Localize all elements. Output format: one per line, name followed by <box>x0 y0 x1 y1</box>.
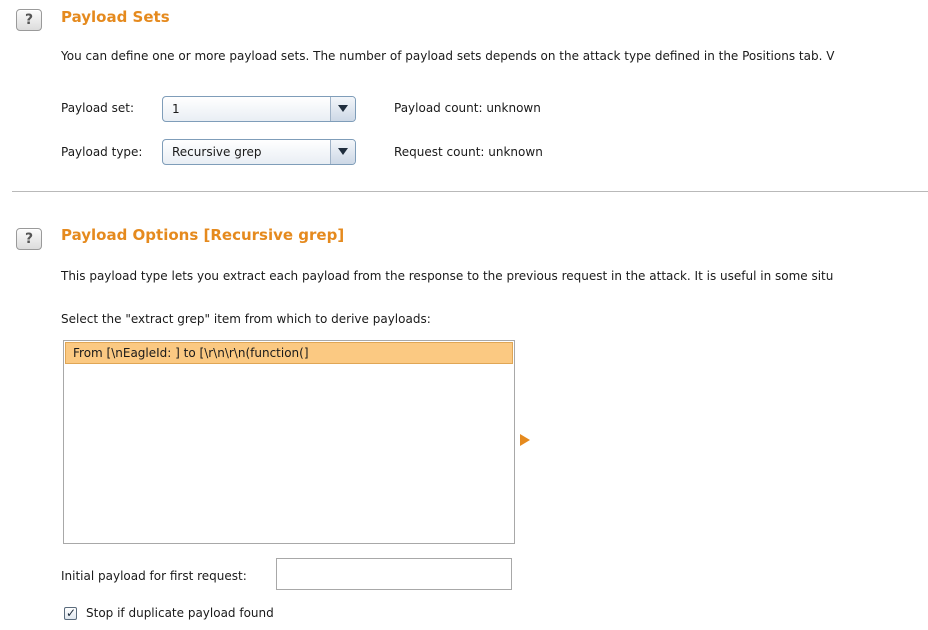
payload-sets-description: You can define one or more payload sets.… <box>61 49 835 63</box>
payload-set-label: Payload set: <box>61 101 134 115</box>
help-icon: ? <box>24 12 34 28</box>
play-arrow-icon <box>520 434 530 446</box>
extract-grep-list[interactable]: From [\nEagleId: ] to [\r\n\r\n(function… <box>63 340 515 544</box>
initial-payload-label: Initial payload for first request: <box>61 569 247 583</box>
stop-duplicate-checkbox[interactable]: ✓ <box>64 606 77 620</box>
payload-type-value: Recursive grep <box>172 145 262 159</box>
help-icon: ? <box>24 231 34 247</box>
chevron-down-icon <box>338 148 348 155</box>
payload-options-help-button[interactable]: ? <box>16 228 42 250</box>
payload-set-value: 1 <box>172 102 180 116</box>
list-item[interactable]: From [\nEagleId: ] to [\r\n\r\n(function… <box>65 342 513 364</box>
chevron-down-icon <box>338 105 348 112</box>
payload-type-dropdown[interactable]: Recursive grep <box>162 139 356 165</box>
payload-options-description: This payload type lets you extract each … <box>61 269 834 283</box>
payload-set-dropdown[interactable]: 1 <box>162 96 356 122</box>
stop-duplicate-label[interactable]: Stop if duplicate payload found <box>86 606 274 620</box>
payload-type-dropdown-button[interactable] <box>330 140 355 164</box>
payload-sets-help-button[interactable]: ? <box>16 9 42 31</box>
payload-sets-title: Payload Sets <box>61 8 170 26</box>
checkmark-icon: ✓ <box>66 606 77 620</box>
extract-grep-select-label: Select the "extract grep" item from whic… <box>61 312 431 326</box>
payload-set-dropdown-button[interactable] <box>330 97 355 121</box>
section-divider <box>12 191 928 192</box>
initial-payload-input[interactable] <box>276 558 512 590</box>
payload-count: Payload count: unknown <box>394 101 541 115</box>
request-count: Request count: unknown <box>394 145 543 159</box>
payload-options-title: Payload Options [Recursive grep] <box>61 226 345 244</box>
payload-type-label: Payload type: <box>61 145 143 159</box>
